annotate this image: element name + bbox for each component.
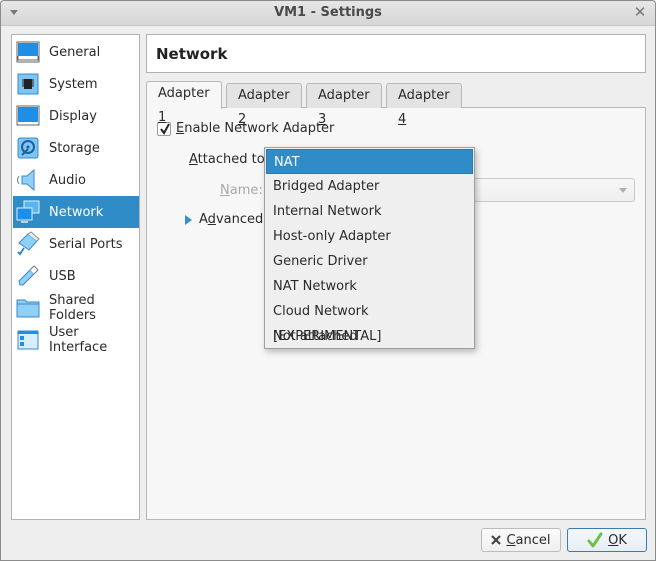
cancel-button[interactable]: Cancel <box>481 528 561 552</box>
settings-sidebar: General System Display Storage Audio Net… <box>11 34 140 520</box>
mnemonic: N <box>220 183 230 198</box>
sidebar-item-label: General <box>49 44 101 60</box>
tab-adapter-2[interactable]: Adapter 2 <box>226 83 302 127</box>
label-text: nable Network Adapter <box>184 121 335 136</box>
sidebar-item-network[interactable]: Network <box>13 196 139 228</box>
dropdown-option-internal-network[interactable]: Internal Network <box>266 199 473 224</box>
label-text: A <box>199 212 208 227</box>
storage-disk-icon <box>17 137 39 159</box>
close-icon[interactable]: ✕ <box>633 4 647 20</box>
sidebar-item-label: Display <box>49 108 97 124</box>
sidebar-item-system[interactable]: System <box>13 68 139 100</box>
folder-icon <box>16 299 40 318</box>
label-text: ame: <box>229 183 263 198</box>
name-combo-box[interactable] <box>471 178 635 202</box>
sidebar-item-usb[interactable]: USB <box>13 260 139 292</box>
mnemonic: E <box>176 121 185 136</box>
general-icon <box>16 41 40 63</box>
sidebar-item-serial-ports[interactable]: Serial Ports <box>13 228 139 260</box>
dropdown-option-bridged-adapter[interactable]: Bridged Adapter <box>266 174 473 199</box>
dropdown-option-cloud-network[interactable]: Cloud Network [EXPERIMENTAL] <box>266 299 473 344</box>
dropdown-option-nat[interactable]: NAT <box>266 149 473 174</box>
label-text: K <box>618 532 627 548</box>
sidebar-item-label: Network <box>49 204 104 220</box>
name-label: Name: <box>220 183 263 198</box>
title-bar: VM1 - Settings ✕ <box>1 1 655 26</box>
serial-port-icon <box>17 231 40 256</box>
tab-label: Adapter <box>238 88 290 103</box>
sidebar-item-label: User Interface <box>49 325 108 355</box>
network-icon <box>16 200 40 223</box>
tab-mnemonic: 4 <box>398 112 407 127</box>
sidebar-item-user-interface[interactable]: User Interface <box>13 324 139 356</box>
sidebar-item-display[interactable]: Display <box>13 100 139 132</box>
mnemonic: C <box>506 532 516 548</box>
tab-label: Adapter <box>398 88 450 103</box>
label-text: ancel <box>515 532 551 548</box>
ok-label: OK <box>608 533 627 548</box>
dropdown-option-not-attached[interactable]: Not attached <box>266 324 473 349</box>
tab-label: Adapter <box>318 88 370 103</box>
dropdown-option-host-only-adapter[interactable]: Host-only Adapter <box>266 224 473 249</box>
label-text: vanced <box>215 212 264 227</box>
audio-speaker-icon <box>17 168 35 192</box>
mnemonic: O <box>608 532 619 548</box>
chevron-down-icon <box>619 188 627 193</box>
label-text: ttached to: <box>197 152 270 167</box>
expand-arrow-icon <box>185 214 192 225</box>
tab-adapter-1[interactable]: Adapter 1 <box>146 81 222 125</box>
mnemonic: A <box>189 152 198 167</box>
window-title: VM1 - Settings <box>274 5 382 20</box>
sidebar-item-label: Serial Ports <box>49 236 123 252</box>
checkmark-icon <box>587 532 603 548</box>
sidebar-item-label: Storage <box>49 140 100 156</box>
ok-button[interactable]: OK <box>567 528 647 552</box>
attached-to-label: Attached to: <box>189 152 269 167</box>
cancel-label: Cancel <box>506 533 550 548</box>
attached-to-dropdown-list[interactable]: NAT Bridged Adapter Internal Network Hos… <box>264 147 475 349</box>
tab-mnemonic: 1 <box>158 110 167 125</box>
usb-icon <box>18 265 39 286</box>
sidebar-item-audio[interactable]: Audio <box>13 164 139 196</box>
mnemonic: d <box>207 212 216 227</box>
sidebar-item-storage[interactable]: Storage <box>13 132 139 164</box>
page-title: Network <box>156 45 228 63</box>
sidebar-item-label: Shared Folders <box>49 293 96 323</box>
page-header: Network <box>146 34 646 73</box>
sidebar-item-shared-folders[interactable]: Shared Folders <box>13 292 139 324</box>
user-interface-icon <box>17 330 39 350</box>
enable-network-adapter-checkbox[interactable]: Enable Network Adapter <box>157 121 334 136</box>
tab-adapter-4[interactable]: Adapter 4 <box>386 83 462 127</box>
advanced-expander[interactable]: Advanced <box>185 212 263 227</box>
settings-window: VM1 - Settings ✕ General System Display … <box>0 0 656 561</box>
dropdown-option-generic-driver[interactable]: Generic Driver <box>266 249 473 274</box>
sidebar-item-general[interactable]: General <box>13 36 139 68</box>
advanced-label: Advanced <box>199 212 263 227</box>
display-monitor-icon <box>16 105 40 126</box>
system-chip-icon <box>17 73 39 95</box>
tab-adapter-3[interactable]: Adapter 3 <box>306 83 382 127</box>
sidebar-item-label: USB <box>49 268 76 284</box>
sidebar-item-label: Audio <box>49 172 86 188</box>
enable-network-adapter-label: Enable Network Adapter <box>176 121 334 136</box>
dropdown-option-nat-network[interactable]: NAT Network <box>266 274 473 299</box>
sidebar-item-label: System <box>49 76 98 92</box>
cancel-x-icon <box>491 535 502 545</box>
tab-label: Adapter <box>158 86 210 101</box>
